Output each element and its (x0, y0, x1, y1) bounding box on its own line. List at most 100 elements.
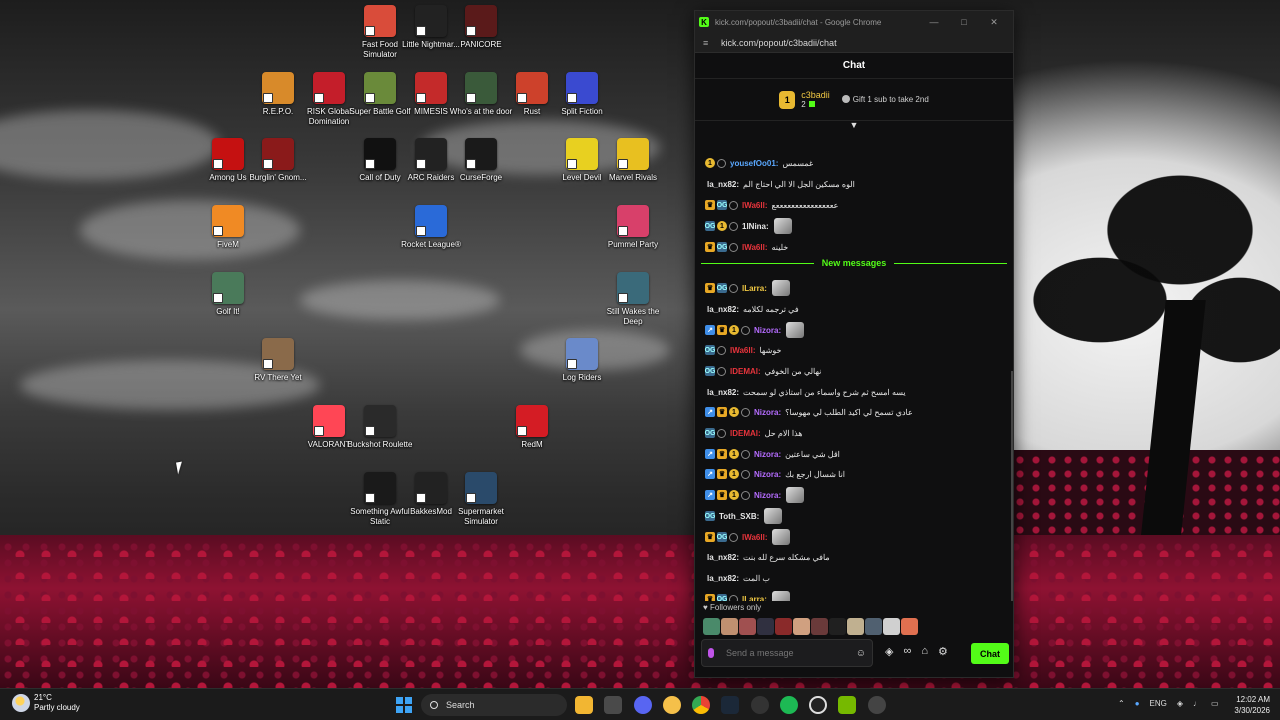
chat-message[interactable]: ↗ ♛ 1 Nizora: (705, 322, 805, 338)
chat-username[interactable]: Nizora: (754, 491, 781, 500)
desktop-shortcut[interactable]: Pummel Party (600, 205, 666, 250)
steam-icon[interactable] (721, 696, 739, 714)
chat-message[interactable]: ↗ ♛ 1 Nizora: اقل شي ساعتين (705, 446, 840, 462)
chat-message[interactable]: ↗ ♛ 1 Nizora: (705, 487, 805, 503)
chat-message[interactable]: ♛ OG lLarra: (705, 591, 790, 601)
chat-scrollbar[interactable] (1011, 371, 1013, 601)
avatar[interactable] (829, 618, 846, 635)
gear-icon[interactable]: ⚙ (938, 645, 948, 658)
message-composer[interactable]: ☺ (701, 639, 873, 667)
close-icon[interactable]: ✕ (979, 17, 1009, 28)
desktop-shortcut[interactable]: Rocket League® (398, 205, 464, 250)
taskbar-app-icon[interactable] (868, 696, 886, 714)
kicks-icon[interactable]: ◈ (885, 645, 893, 658)
chat-message[interactable]: la_nx82: في ترجمه لكلامه (705, 301, 799, 317)
discord-icon[interactable] (634, 696, 652, 714)
chat-message[interactable]: ♛ OG lWa6ll: خلينه (705, 239, 788, 255)
chat-message[interactable]: 1 yousefOo01: غمسمس (705, 155, 813, 171)
window-titlebar[interactable]: K kick.com/popout/c3badii/chat - Google … (695, 11, 1013, 33)
desktop-shortcut[interactable]: Log Riders (549, 338, 615, 383)
chat-username[interactable]: la_nx82: (707, 574, 739, 583)
chat-username[interactable]: lWa6ll: (742, 533, 767, 542)
chat-message[interactable]: la_nx82: ب المت (705, 570, 770, 586)
address-bar[interactable]: ≡ kick.com/popout/c3badii/chat (695, 33, 1013, 53)
chat-message[interactable]: OG Toth_SXB: (705, 508, 783, 524)
chat-message[interactable]: la_nx82: الوه مسكين الجل الا الي احتاج ال… (705, 176, 855, 192)
chat-username[interactable]: Nizora: (754, 470, 781, 479)
microphone-icon[interactable]: ● (1135, 699, 1140, 708)
chat-username[interactable]: lWa6ll: (742, 243, 767, 252)
avatar[interactable] (775, 618, 792, 635)
chat-username[interactable]: la_nx82: (707, 388, 739, 397)
taskbar-clock[interactable]: 12:02 AM 3/30/2026 (1226, 694, 1270, 716)
obs-icon[interactable] (809, 696, 827, 714)
chat-message[interactable]: OG 1 1lNina: (705, 218, 792, 234)
spotify-icon[interactable] (780, 696, 798, 714)
desktop-shortcut[interactable]: Buckshot Roulette (347, 405, 413, 450)
desktop-shortcut[interactable]: Burglin' Gnom... (245, 138, 311, 183)
chat-message[interactable]: ♛ OG lWa6ll: (705, 529, 791, 545)
chat-username[interactable]: Nizora: (754, 408, 781, 417)
chat-message-list[interactable]: New messages 1 yousefOo01: غمسمس la_nx82: ال… (695, 141, 1013, 601)
maximize-icon[interactable]: □ (949, 17, 979, 27)
desktop-shortcut[interactable]: PANICORE (448, 5, 514, 50)
chat-username[interactable]: Nizora: (754, 450, 781, 459)
chat-username[interactable]: yousefOo01: (730, 159, 778, 168)
chat-message[interactable]: ↗ ♛ 1 Nizora: عادي تسمح لي اكيد الطلب لي مهو… (705, 404, 913, 420)
address-url[interactable]: kick.com/popout/c3badii/chat (721, 38, 837, 48)
chat-username[interactable]: lLarra: (742, 284, 767, 293)
chat-username[interactable]: la_nx82: (707, 553, 739, 562)
language-indicator[interactable]: ENG (1150, 699, 1167, 708)
chat-username[interactable]: Nizora: (754, 326, 781, 335)
weather-widget[interactable]: 21°C Partly cloudy (12, 693, 80, 713)
chat-message[interactable]: ♛ OG lWa6ll: ععععععععععععععععع (705, 197, 838, 213)
desktop-shortcut[interactable]: RV There Yet (245, 338, 311, 383)
desktop-shortcut[interactable]: Still Wakes the Deep (600, 272, 666, 327)
chevron-up-icon[interactable]: ⌃ (1118, 699, 1125, 708)
desktop-shortcut[interactable]: Golf It! (195, 272, 261, 317)
chat-username[interactable]: lDEMAl: (730, 367, 761, 376)
nvidia-icon[interactable] (838, 696, 856, 714)
send-chat-button[interactable]: Chat (971, 643, 1009, 664)
avatar[interactable] (811, 618, 828, 635)
store-icon[interactable]: ⌂ (921, 645, 928, 658)
chat-username[interactable]: lWa6ll: (730, 346, 755, 355)
desktop-shortcut[interactable]: CurseForge (448, 138, 514, 183)
desktop-shortcut[interactable]: RedM (499, 405, 565, 450)
avatar[interactable] (883, 618, 900, 635)
site-settings-icon[interactable]: ≡ (703, 38, 717, 48)
chat-message[interactable]: OG lWa6ll: خوشها (705, 342, 781, 358)
desktop-shortcut[interactable]: Supermarket Simulator (448, 472, 514, 527)
avatar[interactable] (847, 618, 864, 635)
message-input[interactable] (726, 648, 836, 658)
windows-start-icon[interactable] (396, 697, 412, 713)
battery-icon[interactable]: ▭ (1211, 699, 1219, 708)
chat-username[interactable]: lWa6ll: (742, 201, 767, 210)
desktop-shortcut[interactable]: Split Fiction (549, 72, 615, 117)
chat-username[interactable]: 1lNina: (742, 222, 769, 231)
infinity-icon[interactable]: ∞ (903, 645, 911, 658)
desktop-shortcut[interactable]: Marvel Rivals (600, 138, 666, 183)
collapse-pinned-icon[interactable]: ▼ (695, 121, 1013, 131)
avatar[interactable] (793, 618, 810, 635)
avatar[interactable] (865, 618, 882, 635)
chrome-icon[interactable] (692, 696, 710, 714)
microsoft-store-icon[interactable] (604, 696, 622, 714)
avatar[interactable] (739, 618, 756, 635)
avatar[interactable] (703, 618, 720, 635)
emoji-icon[interactable]: ☺ (856, 648, 866, 659)
chat-message[interactable]: la_nx82: يسه امسح ثم شرح واسماء من استاذي… (705, 384, 906, 400)
chat-message[interactable]: OG lDEMAl: نهالي من الخوفي (705, 363, 821, 379)
avatar[interactable] (901, 618, 918, 635)
settings-icon[interactable] (751, 696, 769, 714)
file-explorer-icon[interactable] (575, 696, 593, 714)
sub-leaderboard-banner[interactable]: 1 c3badii 2 Gift 1 sub to take 2nd (695, 79, 1013, 121)
mic-icon[interactable] (708, 648, 714, 658)
chat-message[interactable]: ↗ ♛ 1 Nizora: انا شسال ارجع بك (705, 466, 845, 482)
minimize-icon[interactable]: — (919, 17, 949, 27)
network-icon[interactable]: ◈ (1177, 699, 1183, 708)
taskbar-app-icon[interactable] (663, 696, 681, 714)
taskbar-search[interactable]: Search (421, 694, 567, 716)
chat-username[interactable]: la_nx82: (707, 180, 739, 189)
chat-message[interactable]: OG lDEMAl: هذا الام حل (705, 425, 803, 441)
